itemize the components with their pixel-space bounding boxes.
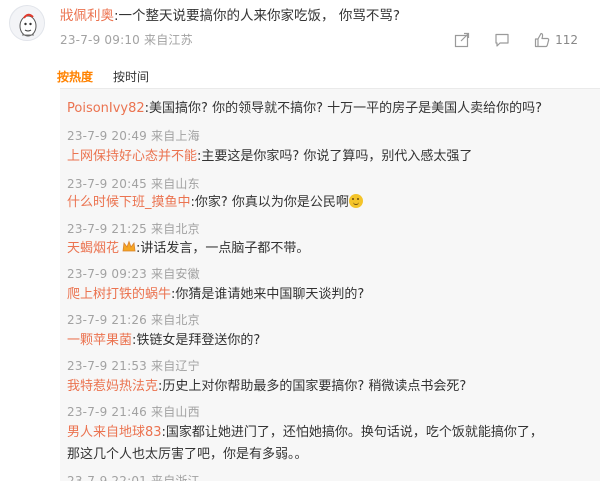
reply-text: 那这几个人也太厉害了吧，你是有多弱。。 [67, 447, 308, 462]
reply-meta: 23-7-9 20:49 来自上海 [67, 129, 200, 143]
comment-button[interactable] [494, 32, 510, 48]
reply-item: 一颗苹果菌:铁链女是拜登送你的? [67, 330, 260, 352]
avatar-cartoon-icon [10, 6, 44, 40]
comment-content: 戕佩利奥:一个整天说要搞你的人来你家吃饭， 你骂不骂? [60, 7, 400, 25]
tab-sort-time[interactable]: 按时间 [113, 68, 149, 85]
reply-text: :历史上对你帮助最多的国家要搞你? 稍微读点书会死? [158, 379, 467, 394]
reply-username[interactable]: 天蝎烟花 [67, 241, 119, 256]
comment-username[interactable]: 戕佩利奥 [60, 8, 114, 24]
reply-text-continued: 那这几个人也太厉害了吧，你是有多弱。。 [67, 444, 308, 466]
reply-text: :铁链女是拜登送你的? [132, 333, 261, 348]
reply-username[interactable]: 爬上树打铁的蜗牛 [67, 287, 171, 302]
thumbs-up-icon [534, 32, 550, 48]
reply-meta: 23-7-9 21:53 来自辽宁 [67, 359, 200, 373]
weibo-comment: 戕佩利奥:一个整天说要搞你的人来你家吃饭， 你骂不骂? 23-7-9 09:10… [0, 0, 600, 60]
like-button[interactable]: 112 [534, 32, 578, 48]
reply-text: :美国搞你? 你的领导就不搞你? 十万一平的房子是美国人卖给你的吗? [144, 101, 543, 116]
reply-meta: 23-7-9 21:46 来自山西 [67, 405, 200, 419]
reply-username[interactable]: 上网保持好心态并不能 [67, 149, 197, 164]
reply-item: PoisonIvy82:美国搞你? 你的领导就不搞你? 十万一平的房子是美国人卖… [67, 98, 542, 120]
reply-list: PoisonIvy82:美国搞你? 你的领导就不搞你? 十万一平的房子是美国人卖… [60, 88, 600, 481]
share-button[interactable] [454, 32, 470, 48]
reply-meta: 23-7-9 09:23 来自安徽 [67, 267, 200, 281]
crown-badge-icon [122, 240, 136, 252]
reply-item: 我特惹妈热法克:历史上对你帮助最多的国家要搞你? 稍微读点书会死? [67, 376, 466, 398]
reply-text: :讲话发言，一点脑子都不带。 [136, 241, 310, 256]
smile-emoji-icon [348, 194, 363, 208]
reply-username[interactable]: 我特惹妈热法克 [67, 379, 158, 394]
reply-meta: 23-7-9 21:25 来自北京 [67, 222, 200, 236]
like-count: 112 [555, 33, 578, 47]
avatar[interactable] [9, 5, 45, 41]
reply-text: :你家? 你真以为你是公民啊 [190, 195, 349, 210]
reply-item: 什么时候下班_摸鱼中:你家? 你真以为你是公民啊 [67, 192, 363, 214]
share-icon [454, 32, 470, 48]
reply-username[interactable]: 男人来自地球83 [67, 425, 162, 440]
reply-username[interactable]: 什么时候下班_摸鱼中 [67, 195, 191, 210]
comment-meta: 23-7-9 09:10 来自江苏 [60, 33, 193, 47]
reply-sort-tabs: 按热度 按时间 [57, 68, 169, 85]
reply-item: 上网保持好心态并不能:主要这是你家吗? 你说了算吗，别代入感太强了 [67, 146, 472, 168]
reply-meta: 23-7-9 20:45 来自山东 [67, 177, 200, 191]
reply-meta: 23-7-9 21:26 来自北京 [67, 313, 200, 327]
comment-icon [495, 33, 509, 47]
reply-text: :主要这是你家吗? 你说了算吗，别代入感太强了 [197, 149, 473, 164]
reply-item: 男人来自地球83:国家都让她进门了，还怕她搞你。换句话说，吃个饭就能搞你了， [67, 422, 543, 444]
reply-text: :你猜是谁请她来中国聊天谈判的? [171, 287, 365, 302]
reply-item: 爬上树打铁的蜗牛:你猜是谁请她来中国聊天谈判的? [67, 284, 364, 306]
reply-meta: 23-7-9 22:01 来自浙江 [67, 474, 200, 481]
reply-item: 天蝎烟花 :讲话发言，一点脑子都不带。 [67, 238, 309, 260]
tab-sort-hot[interactable]: 按热度 [57, 68, 93, 85]
comment-actions: 112 [430, 29, 578, 51]
reply-username[interactable]: 一颗苹果菌 [67, 333, 132, 348]
comment-text: :一个整天说要搞你的人来你家吃饭， 你骂不骂? [114, 8, 401, 24]
reply-username[interactable]: PoisonIvy82 [67, 101, 145, 116]
reply-text: :国家都让她进门了，还怕她搞你。换句话说，吃个饭就能搞你了， [161, 425, 543, 440]
